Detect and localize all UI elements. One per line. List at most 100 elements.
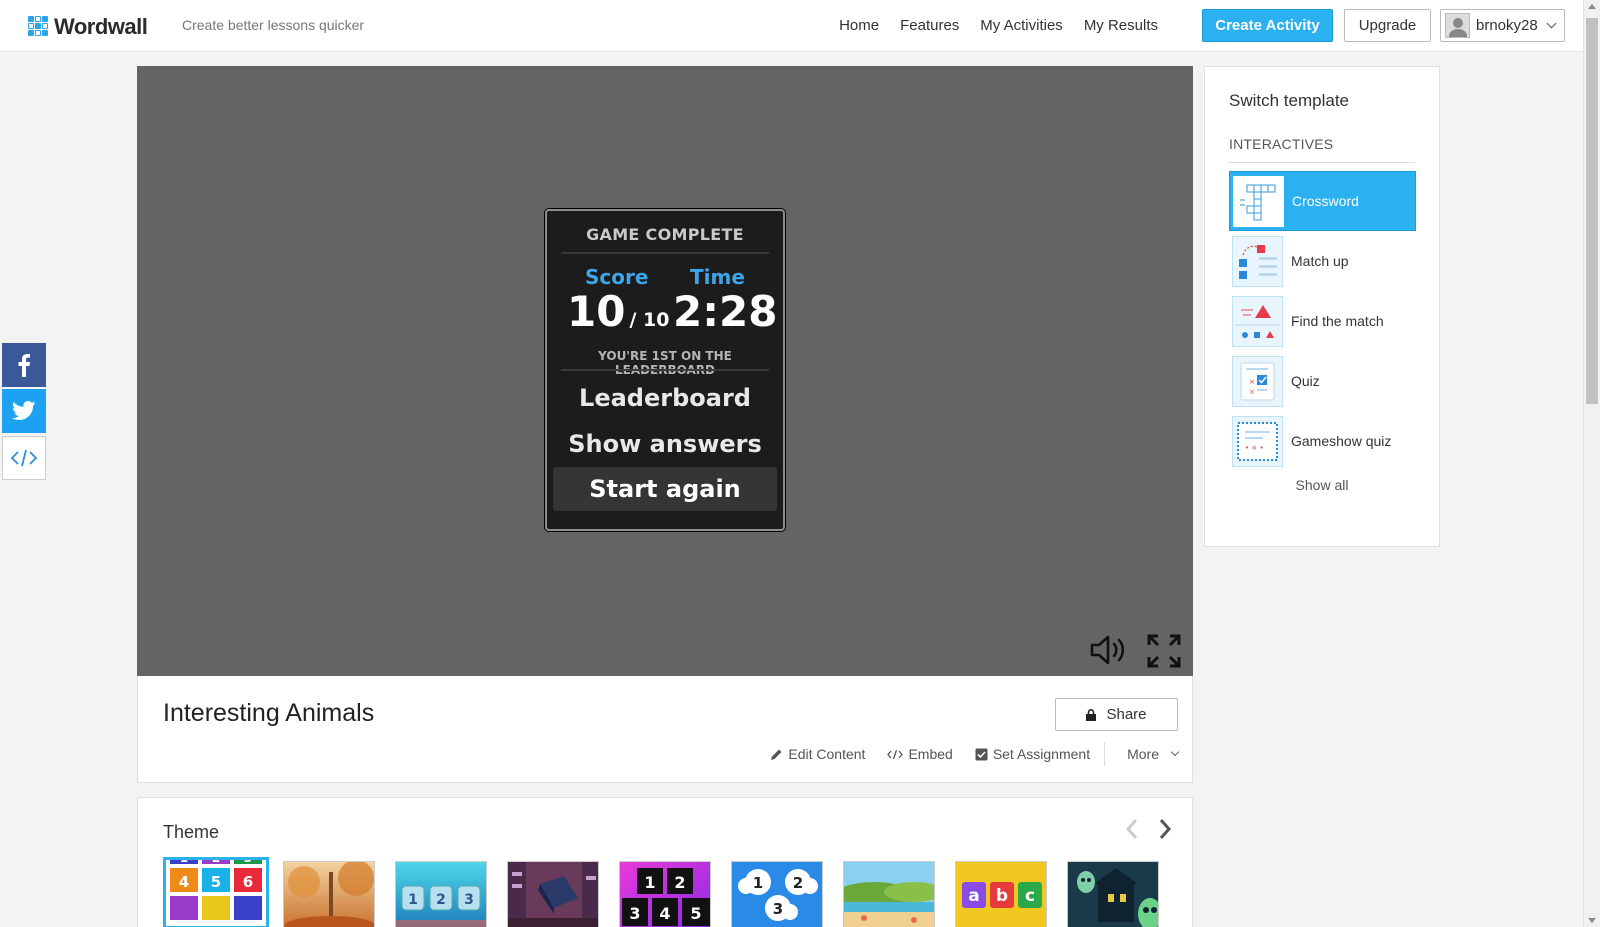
facebook-share-button[interactable] (2, 343, 46, 387)
score-label: Score (585, 265, 649, 289)
svg-text:×: × (1249, 388, 1255, 396)
scroll-thumb[interactable] (1586, 18, 1598, 404)
upgrade-button[interactable]: Upgrade (1344, 9, 1431, 42)
facebook-icon (18, 354, 30, 377)
svg-text:c: c (1025, 886, 1035, 906)
svg-text:5: 5 (690, 904, 701, 923)
set-assignment-label: Set Assignment (992, 746, 1091, 762)
sound-icon[interactable] (1090, 634, 1128, 666)
chevron-right-icon[interactable] (1158, 818, 1172, 840)
chevron-down-icon (1170, 747, 1180, 757)
template-match-up[interactable]: Match up (1229, 231, 1416, 291)
scroll-up-icon[interactable] (1588, 4, 1596, 9)
scroll-down-icon[interactable] (1588, 918, 1596, 923)
username: brnoky28 (1476, 17, 1538, 34)
template-label: Find the match (1291, 313, 1384, 329)
show-all-templates-link[interactable]: Show all (1205, 477, 1439, 493)
embed-button[interactable]: Embed (887, 746, 953, 762)
svg-text:3: 3 (629, 904, 640, 923)
svg-text:1: 1 (644, 873, 655, 892)
switch-template-title: Switch template (1229, 91, 1349, 110)
score-display: 10 / 10 (567, 287, 669, 336)
user-menu[interactable]: brnoky28 (1440, 9, 1565, 42)
svg-text:1: 1 (753, 874, 763, 892)
theme-thumb-spooky[interactable] (1067, 861, 1159, 927)
theme-thumb-beach[interactable] (843, 861, 935, 927)
svg-text:2: 2 (793, 874, 803, 892)
code-icon (11, 449, 37, 467)
score-value: 10 (567, 287, 626, 336)
switch-template-panel: Switch template INTERACTIVES Crossword M… (1204, 66, 1440, 547)
page-scrollbar[interactable] (1583, 0, 1600, 927)
create-activity-button[interactable]: Create Activity (1202, 9, 1333, 42)
more-label: More (1127, 746, 1159, 762)
share-label: Share (1106, 706, 1147, 723)
chevron-down-icon (1546, 18, 1557, 29)
svg-text:5: 5 (211, 873, 221, 891)
nav-features[interactable]: Features (900, 17, 959, 34)
wordwall-logo[interactable]: Wordwall (28, 14, 148, 40)
svg-text:3: 3 (464, 892, 474, 908)
svg-text:3: 3 (244, 860, 252, 865)
nav-my-results[interactable]: My Results (1084, 17, 1158, 34)
time-label: Time (690, 265, 745, 289)
quiz-icon: × × (1232, 355, 1283, 407)
svg-text:a: a (968, 886, 979, 906)
embed-share-button[interactable] (2, 436, 46, 480)
activity-title: Interesting Animals (163, 699, 375, 727)
template-crossword[interactable]: Crossword (1229, 171, 1416, 231)
theme-panel: Theme 4 5 6 1 2 3 1 2 3 4 5 1 2 3 a b c (137, 797, 1193, 927)
code-icon (887, 749, 904, 759)
theme-list: 4 5 6 1 2 3 1 2 3 4 5 1 2 3 a b c (163, 857, 1159, 927)
edit-content-button[interactable]: Edit Content (770, 746, 865, 762)
divider (561, 252, 769, 254)
game-area[interactable]: GAME COMPLETE Score Time 10 / 10 2:28 YO… (137, 66, 1193, 676)
svg-text:3: 3 (773, 900, 783, 918)
svg-text:6: 6 (243, 873, 253, 891)
logo-text: Wordwall (54, 14, 148, 39)
tagline: Create better lessons quicker (182, 17, 365, 33)
more-menu-button[interactable]: More (1127, 746, 1180, 762)
game-complete-dialog: GAME COMPLETE Score Time 10 / 10 2:28 YO… (545, 209, 785, 531)
template-label: Match up (1291, 253, 1349, 269)
theme-thumb-autumn[interactable] (283, 861, 375, 927)
chevron-left-icon[interactable] (1125, 818, 1139, 840)
dialog-title: GAME COMPLETE (586, 225, 744, 244)
divider (561, 369, 769, 371)
top-header: Wordwall Create better lessons quicker H… (0, 0, 1583, 52)
theme-thumb-clouds[interactable]: 1 2 3 (731, 861, 823, 927)
show-answers-button[interactable]: Show answers (553, 422, 777, 466)
svg-text:1: 1 (180, 860, 188, 865)
crossword-icon (1233, 175, 1284, 227)
theme-thumb-tiles[interactable]: 1 2 3 4 5 (619, 861, 711, 927)
start-again-button[interactable]: Start again (553, 467, 777, 511)
checkbox-icon (975, 748, 988, 760)
fullscreen-icon[interactable] (1146, 633, 1182, 669)
template-quiz[interactable]: × × Quiz (1229, 351, 1416, 411)
embed-label: Embed (908, 746, 953, 762)
template-find-the-match[interactable]: Find the match (1229, 291, 1416, 351)
set-assignment-button[interactable]: Set Assignment (975, 746, 1090, 762)
activity-actions: Edit Content Embed Set Assignment More (748, 742, 1180, 766)
template-label: Gameshow quiz (1291, 433, 1392, 449)
twitter-share-button[interactable] (2, 389, 46, 433)
theme-thumb-letters[interactable]: a b c (955, 861, 1047, 927)
nav-home[interactable]: Home (839, 17, 879, 34)
time-value: 2:28 (673, 287, 778, 336)
nav-my-activities[interactable]: My Activities (980, 17, 1063, 34)
theme-thumb-library[interactable] (507, 861, 599, 927)
svg-text:2: 2 (212, 860, 220, 865)
interactives-heading: INTERACTIVES (1229, 136, 1334, 152)
share-button[interactable]: Share (1055, 698, 1178, 731)
svg-text:b: b (996, 886, 1008, 906)
theme-thumb-classic[interactable]: 4 5 6 1 2 3 (163, 857, 269, 927)
leaderboard-button[interactable]: Leaderboard (553, 376, 777, 420)
gameshow-quiz-icon: • × • (1232, 415, 1283, 467)
template-gameshow-quiz[interactable]: • × • Gameshow quiz (1229, 411, 1416, 471)
template-label: Crossword (1292, 193, 1359, 209)
activity-info-panel: Interesting Animals Share Edit Content E… (137, 676, 1193, 783)
score-total: / 10 (629, 309, 670, 331)
theme-thumb-underwater[interactable]: 1 2 3 (395, 861, 487, 927)
match-up-icon (1232, 235, 1283, 287)
svg-text:4: 4 (659, 904, 670, 923)
